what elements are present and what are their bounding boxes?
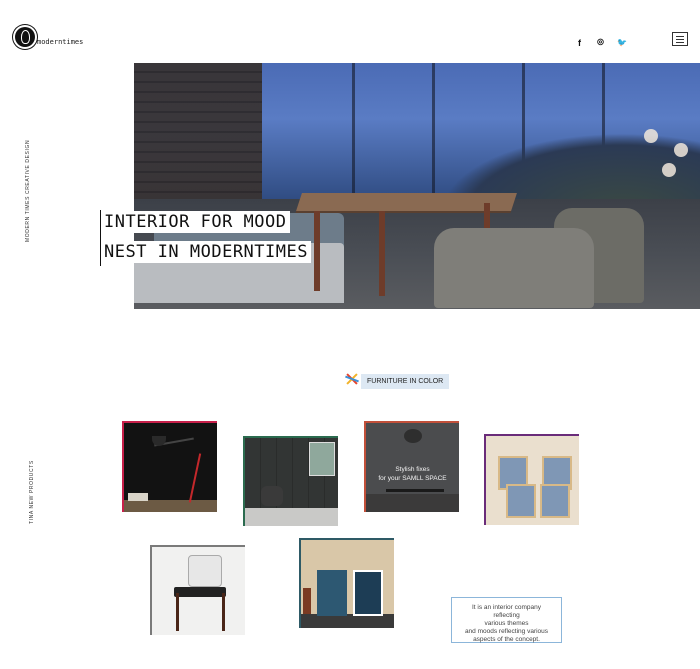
product-card-small-space[interactable]: Stylish fixes for your SAMLL SPACE	[364, 421, 459, 512]
seat	[174, 587, 226, 597]
lamp-stand	[188, 453, 202, 503]
logo-text: moderntimes	[37, 38, 84, 46]
twitter-icon[interactable]: 🐦	[617, 38, 627, 47]
product-card-floor-lamp[interactable]	[122, 421, 217, 512]
caption-line1: Stylish fixes	[395, 466, 430, 473]
info-line: and moods reflecting various	[464, 628, 549, 635]
section-tag: FURNITURE IN COLOR	[344, 368, 450, 389]
menu-line	[676, 42, 684, 43]
pendant-lamp	[674, 143, 688, 157]
info-line: reflecting	[493, 612, 520, 619]
hero-image	[134, 63, 700, 309]
pillow	[188, 555, 222, 587]
product-card-lounge-chair[interactable]	[243, 436, 338, 526]
instagram-icon[interactable]: ◎	[597, 37, 604, 46]
info-line: aspects of the concept.	[473, 636, 540, 643]
wood-wall	[134, 63, 262, 213]
section-tag-label: FURNITURE IN COLOR	[361, 374, 450, 389]
card-caption: Stylish fixes for your SAMLL SPACE	[366, 465, 459, 483]
hamburger-menu-button[interactable]	[672, 32, 688, 46]
module	[506, 484, 536, 518]
floor	[124, 500, 217, 512]
pendant-lamp	[644, 129, 658, 143]
chair-leg	[176, 593, 179, 631]
menu-line	[676, 39, 684, 40]
floor	[245, 508, 338, 526]
hero-title-line2: NEST IN MODERNTIMES	[101, 241, 311, 263]
books	[128, 493, 148, 501]
chandelier	[404, 429, 422, 443]
hero-title-line1: INTERIOR FOR MOOD	[101, 211, 290, 233]
product-card-drawers[interactable]	[299, 538, 394, 628]
chair	[261, 486, 283, 506]
brand-logo[interactable]: moderntimes	[15, 27, 83, 47]
product-card-modular-tables[interactable]	[484, 434, 579, 525]
chair-leg	[222, 593, 225, 631]
facebook-icon[interactable]: f	[578, 38, 581, 48]
menu-line	[676, 36, 684, 37]
products-side-label: TINA NEW PRODUCTS	[29, 460, 35, 524]
hero-side-label: MODERN TIMES CREATIVE DESIGN	[25, 139, 31, 242]
floor	[301, 614, 394, 628]
wall-art	[309, 442, 335, 476]
module	[540, 484, 570, 518]
info-line: various themes	[484, 620, 529, 627]
pendant-lamp	[662, 163, 676, 177]
floor	[366, 494, 459, 512]
product-card-armchair[interactable]	[150, 545, 245, 635]
table	[386, 489, 444, 492]
drawer-cabinet	[317, 570, 347, 616]
table-leg	[314, 211, 320, 291]
info-line: It is an interior company	[471, 604, 541, 611]
caption-line2: for your SAMLL SPACE	[378, 475, 447, 482]
vase	[303, 588, 311, 614]
color-pencils-icon	[344, 371, 360, 387]
armchair	[434, 228, 594, 308]
drawer-cabinet	[353, 570, 383, 616]
table-leg	[379, 211, 385, 296]
company-info-box: It is an interior company reflecting var…	[451, 597, 562, 643]
logo-icon	[15, 27, 35, 47]
